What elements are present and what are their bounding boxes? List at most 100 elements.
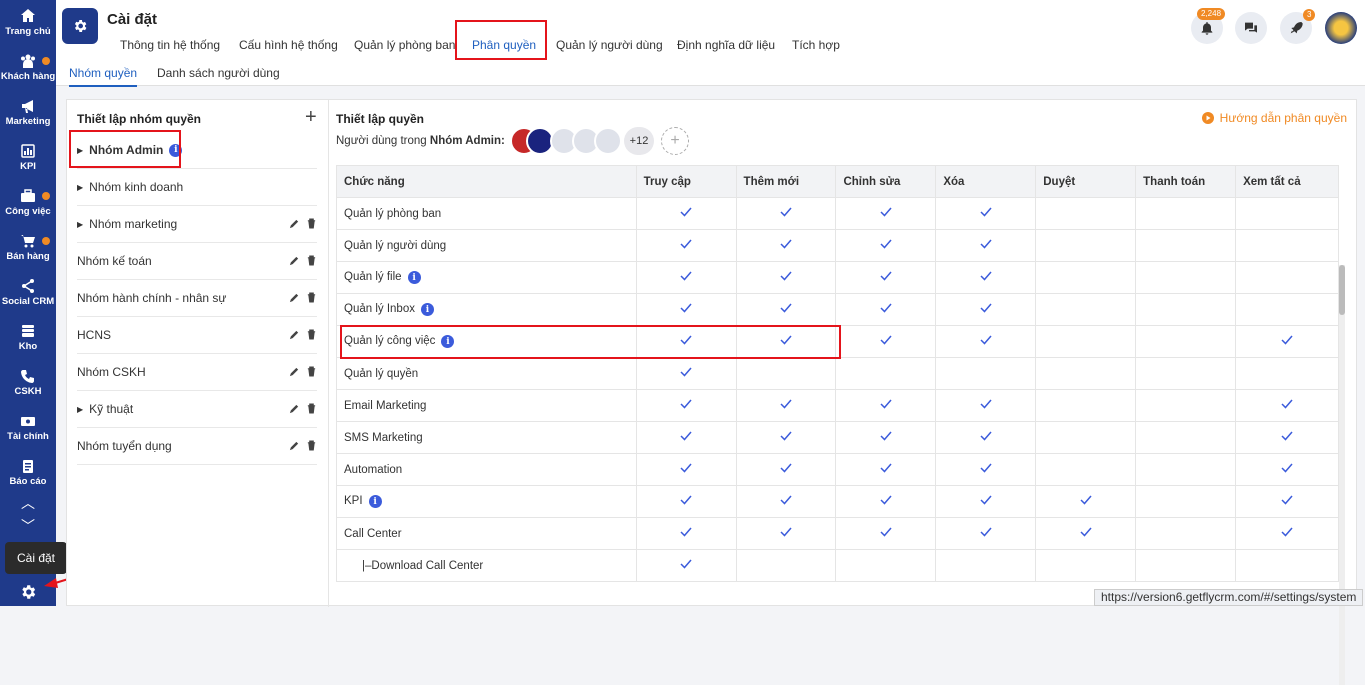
permission-cell[interactable] <box>635 293 737 326</box>
permission-cell[interactable] <box>935 389 1037 422</box>
permission-cell[interactable] <box>735 517 837 550</box>
permission-cell[interactable] <box>1035 293 1137 326</box>
permission-cell[interactable] <box>1235 389 1339 422</box>
permission-cell[interactable] <box>735 453 837 486</box>
permission-cell[interactable] <box>935 357 1037 390</box>
permission-cell[interactable] <box>835 517 937 550</box>
user-avatar[interactable] <box>1325 12 1357 44</box>
permission-cell[interactable] <box>1035 389 1137 422</box>
permission-cell[interactable] <box>1235 453 1339 486</box>
permission-cell[interactable] <box>1135 197 1237 230</box>
sidebar-item-9[interactable]: Tài chính <box>0 413 56 455</box>
sidebar-item-2[interactable]: Marketing <box>0 98 56 140</box>
permission-cell[interactable] <box>935 485 1037 518</box>
permission-cell[interactable] <box>735 549 837 582</box>
group-item[interactable]: Nhóm tuyển dụng <box>77 428 317 465</box>
permission-cell[interactable] <box>835 261 937 294</box>
tab-2[interactable]: Quản lý phòng ban <box>354 38 455 52</box>
permission-cell[interactable] <box>735 197 837 230</box>
permission-cell[interactable] <box>835 325 937 358</box>
group-item[interactable]: ▶ Kỹ thuật <box>77 391 317 428</box>
tab-4[interactable]: Quản lý người dùng <box>556 38 663 52</box>
permission-cell[interactable] <box>1135 229 1237 262</box>
permission-cell[interactable] <box>1135 389 1237 422</box>
permission-cell[interactable] <box>1035 421 1137 454</box>
permission-cell[interactable] <box>935 293 1037 326</box>
edit-icon[interactable] <box>289 403 300 414</box>
permission-cell[interactable] <box>1135 453 1237 486</box>
scrollbar[interactable] <box>1339 265 1345 685</box>
guide-link[interactable]: Hướng dẫn phân quyền <box>1201 111 1347 125</box>
permission-cell[interactable] <box>735 389 837 422</box>
permission-cell[interactable] <box>835 453 937 486</box>
permission-cell[interactable] <box>635 453 737 486</box>
chevron-up-icon[interactable]: ︿ <box>0 493 56 513</box>
tab-5[interactable]: Định nghĩa dữ liệu <box>677 38 775 52</box>
permission-cell[interactable] <box>835 197 937 230</box>
permission-cell[interactable] <box>1035 549 1137 582</box>
permission-cell[interactable] <box>1035 261 1137 294</box>
permission-cell[interactable] <box>935 229 1037 262</box>
permission-cell[interactable] <box>935 261 1037 294</box>
add-group-button[interactable]: + <box>305 106 317 129</box>
permission-cell[interactable] <box>1035 229 1137 262</box>
subtab-users[interactable]: Danh sách người dùng <box>157 66 280 80</box>
permission-cell[interactable] <box>935 421 1037 454</box>
permission-cell[interactable] <box>735 293 837 326</box>
sidebar-item-7[interactable]: Kho <box>0 323 56 365</box>
permission-cell[interactable] <box>935 549 1037 582</box>
permission-cell[interactable] <box>835 357 937 390</box>
permission-cell[interactable] <box>1135 261 1237 294</box>
delete-icon[interactable] <box>306 292 317 303</box>
delete-icon[interactable] <box>306 440 317 451</box>
edit-icon[interactable] <box>289 366 300 377</box>
tab-6[interactable]: Tích hợp <box>792 38 840 52</box>
delete-icon[interactable] <box>306 255 317 266</box>
permission-cell[interactable] <box>635 421 737 454</box>
delete-icon[interactable] <box>306 366 317 377</box>
permission-cell[interactable] <box>835 389 937 422</box>
permission-cell[interactable] <box>835 229 937 262</box>
permission-cell[interactable] <box>1135 517 1237 550</box>
permission-cell[interactable] <box>1235 197 1339 230</box>
group-item[interactable]: ▶ Nhóm marketing <box>77 206 317 243</box>
info-icon[interactable]: i <box>407 271 421 285</box>
edit-icon[interactable] <box>289 218 300 229</box>
sidebar-item-0[interactable]: Trang chủ <box>0 8 56 50</box>
sidebar-item-1[interactable]: Khách hàng <box>0 53 56 95</box>
permission-cell[interactable] <box>1135 293 1237 326</box>
permission-cell[interactable] <box>735 261 837 294</box>
permission-cell[interactable] <box>635 357 737 390</box>
permission-cell[interactable] <box>1235 485 1339 518</box>
permission-cell[interactable] <box>1035 453 1137 486</box>
sidebar-item-5[interactable]: Bán hàng <box>0 233 56 275</box>
tab-1[interactable]: Cấu hình hệ thống <box>239 38 338 52</box>
permission-cell[interactable] <box>735 229 837 262</box>
group-item[interactable]: Nhóm kế toán <box>77 243 317 280</box>
permission-cell[interactable] <box>735 357 837 390</box>
permission-cell[interactable] <box>1235 325 1339 358</box>
group-item[interactable]: HCNS <box>77 317 317 354</box>
permission-cell[interactable] <box>635 197 737 230</box>
permission-cell[interactable] <box>1135 357 1237 390</box>
delete-icon[interactable] <box>306 403 317 414</box>
permission-cell[interactable] <box>1135 549 1237 582</box>
caret-right-icon[interactable]: ▶ <box>77 405 83 414</box>
permission-cell[interactable] <box>835 293 937 326</box>
permission-cell[interactable] <box>1135 325 1237 358</box>
more-users[interactable]: +12 <box>624 127 654 155</box>
permission-cell[interactable] <box>1235 261 1339 294</box>
permission-cell[interactable] <box>1135 421 1237 454</box>
delete-icon[interactable] <box>306 218 317 229</box>
permission-cell[interactable] <box>635 389 737 422</box>
chat-button[interactable] <box>1235 12 1267 44</box>
permission-cell[interactable] <box>1035 357 1137 390</box>
permission-cell[interactable] <box>935 453 1037 486</box>
permission-cell[interactable] <box>635 517 737 550</box>
permission-cell[interactable] <box>635 485 737 518</box>
permission-cell[interactable] <box>835 421 937 454</box>
tab-0[interactable]: Thông tin hệ thống <box>120 38 220 52</box>
add-user-button[interactable]: + <box>661 127 689 155</box>
permission-cell[interactable] <box>1235 293 1339 326</box>
permission-cell[interactable] <box>735 421 837 454</box>
